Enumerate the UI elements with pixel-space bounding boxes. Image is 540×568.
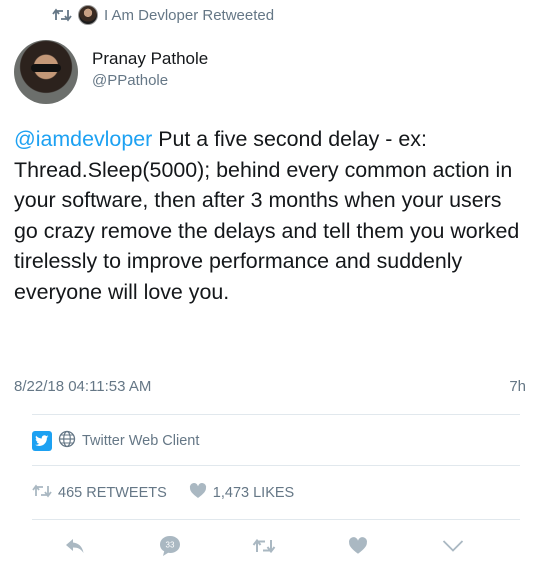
author-handle[interactable]: @PPathole [92,72,208,89]
author-avatar[interactable] [14,40,78,104]
globe-icon [58,430,76,452]
retweet-button[interactable] [249,531,279,561]
source-client[interactable]: Twitter Web Client [82,433,199,449]
comment-icon: 33 [159,536,180,556]
like-button[interactable] [343,531,373,561]
author-header[interactable]: Pranay Pathole @PPathole [14,40,208,104]
tweet-text: @iamdevloper Put a five second delay - e… [14,124,529,307]
stats-row: 465 RETWEETS 1,473 LIKES [32,483,294,503]
divider [32,414,520,415]
heart-icon [189,483,207,503]
mention-link[interactable]: @iamdevloper [14,127,152,151]
tweet-timestamp: 8/22/18 04:11:53 AM [14,378,152,395]
retweet-icon [32,484,52,502]
retweet-context[interactable]: I Am Devloper Retweeted [52,4,274,26]
action-bar: 33 [0,531,540,561]
divider [32,519,520,520]
retweets-stat[interactable]: 465 RETWEETS [32,484,167,502]
retweet-icon [52,8,72,22]
more-options-button[interactable] [438,531,468,561]
divider [32,465,520,466]
tweet-body: Put a five second delay - ex: Thread.Sle… [14,127,520,304]
twitter-bird-icon [32,431,52,451]
comment-button[interactable]: 33 [155,531,185,561]
retweet-icon [252,538,276,554]
retweeter-avatar[interactable] [78,5,98,25]
retweet-context-text: I Am Devloper Retweeted [104,6,275,24]
reply-button[interactable] [60,531,90,561]
reply-count: 33 [165,541,174,550]
retweet-count: 465 RETWEETS [58,485,167,501]
heart-icon [349,537,368,554]
reply-icon [66,539,84,553]
author-display-name[interactable]: Pranay Pathole [92,49,208,69]
tweet-age: 7h [509,378,526,395]
like-count: 1,473 LIKES [212,485,295,501]
chevron-down-icon [442,540,463,552]
likes-stat[interactable]: 1,473 LIKES [189,483,294,503]
source-row: Twitter Web Client [32,430,199,452]
